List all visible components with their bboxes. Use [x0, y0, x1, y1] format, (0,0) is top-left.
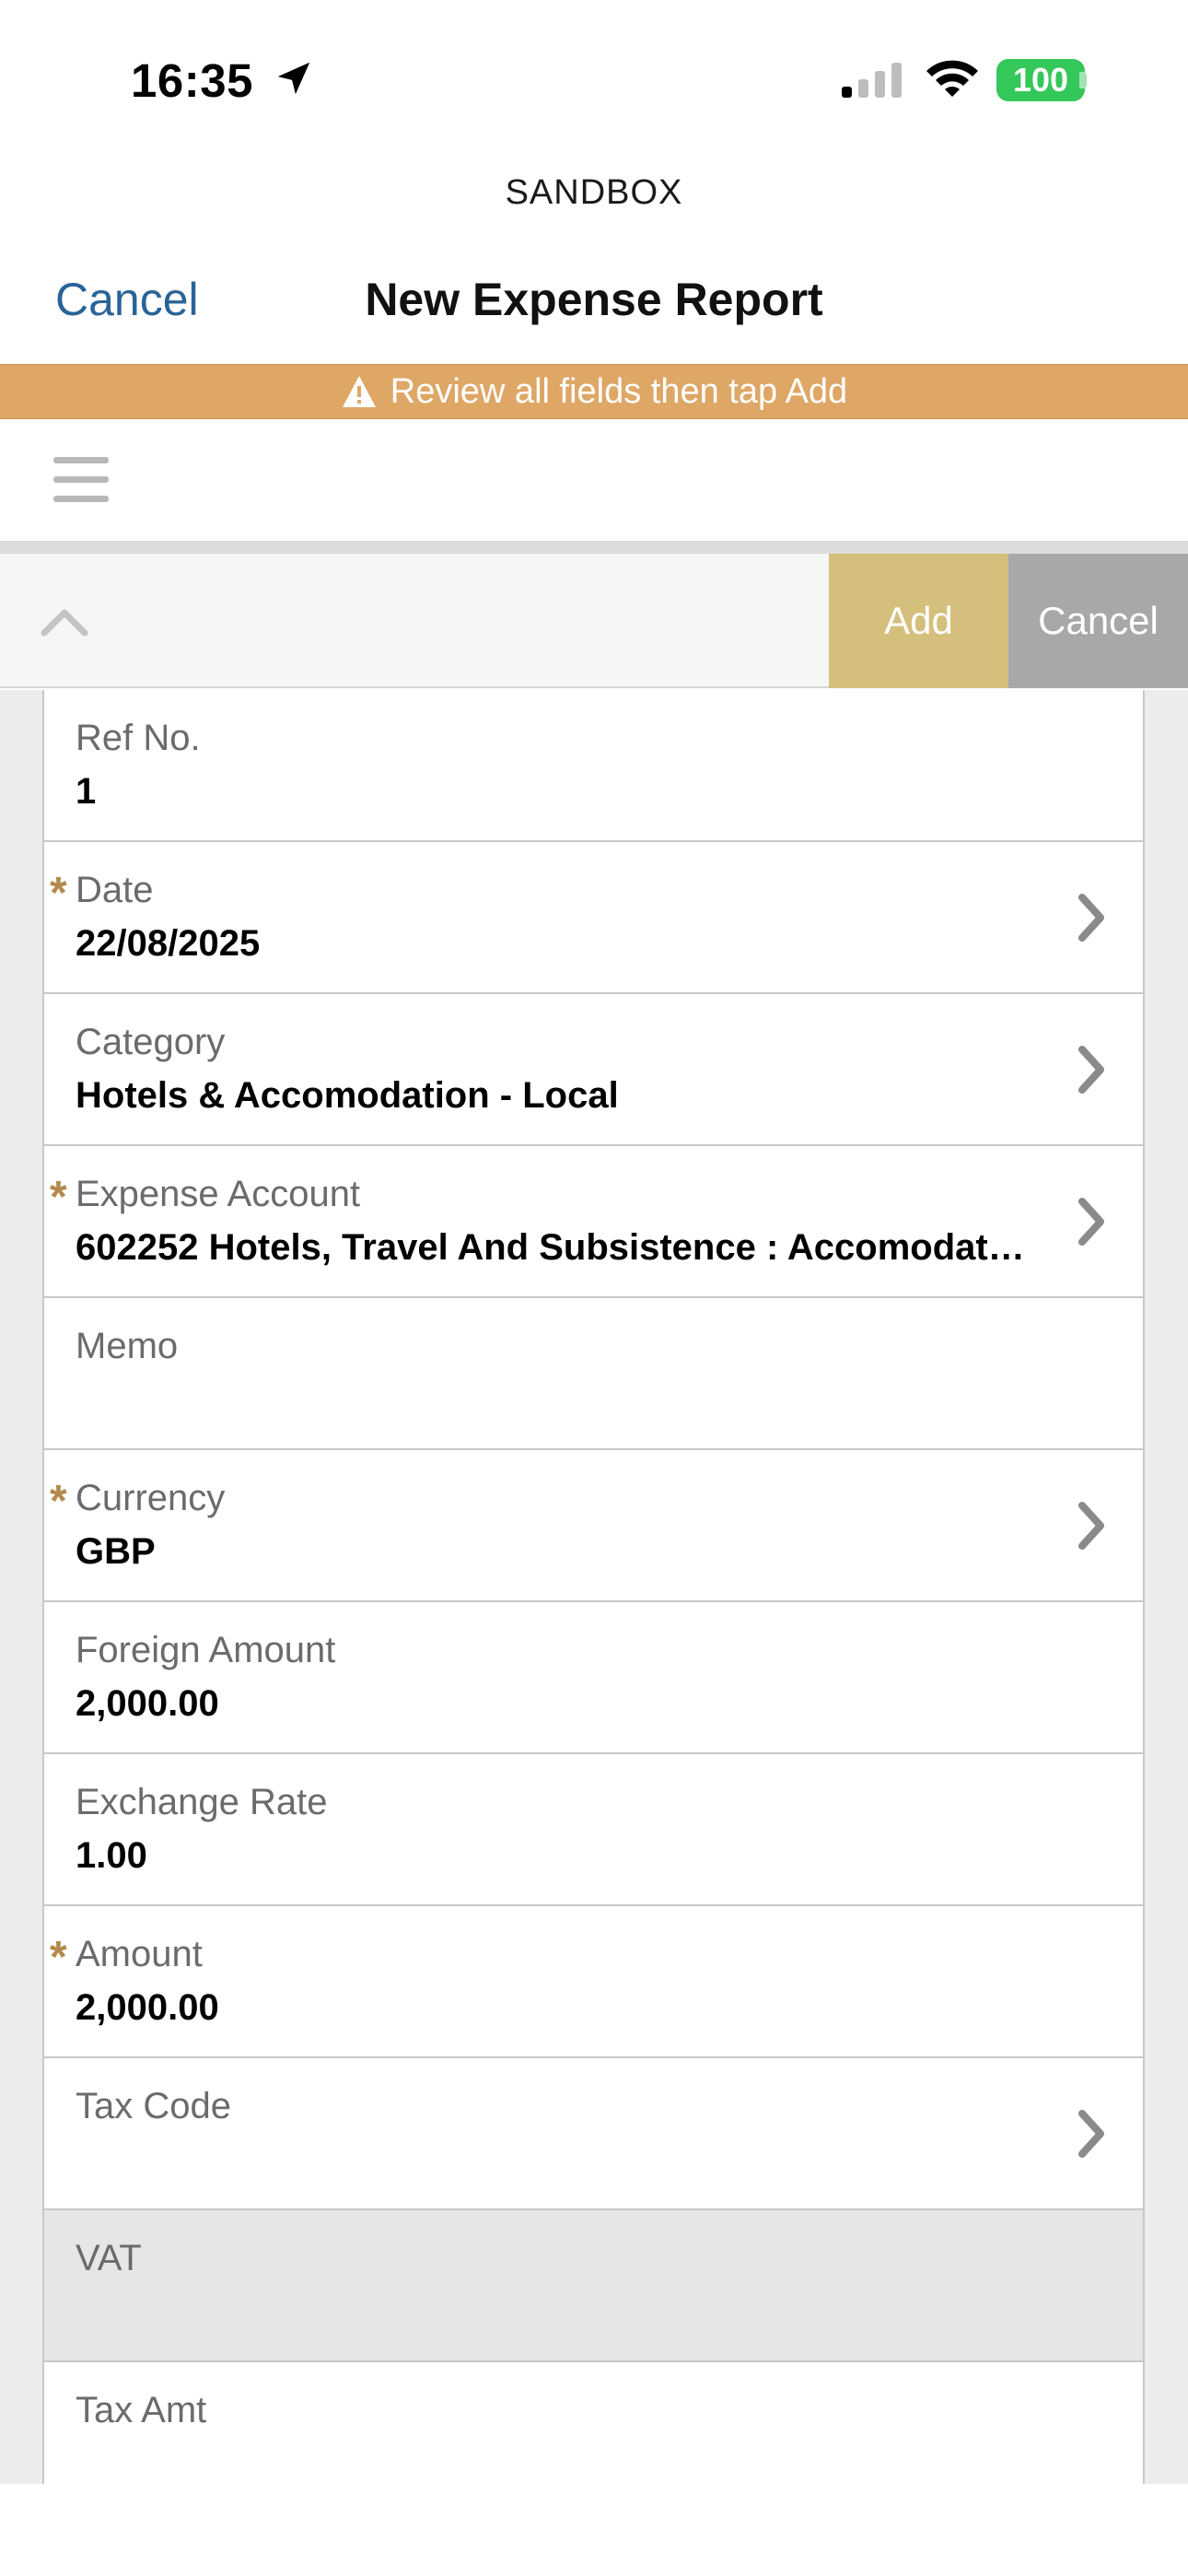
field-label: Currency — [76, 1478, 226, 1518]
warning-icon — [342, 376, 376, 407]
field-label: Ref No. — [76, 718, 201, 758]
field-label: Category — [76, 1022, 226, 1062]
cellular-signal-icon — [842, 63, 902, 98]
expense-form: Ref No. 1 * Date 22/08/2025 Category Hotels & … — [42, 690, 1145, 2484]
nav-cancel-button[interactable]: Cancel — [55, 273, 199, 326]
warning-banner: Review all fields then tap Add — [0, 364, 1188, 419]
chevron-right-icon[interactable] — [1073, 1042, 1110, 1097]
chevron-right-icon[interactable] — [1073, 890, 1110, 945]
battery-nub — [1079, 72, 1087, 88]
required-marker: * — [50, 1477, 67, 1526]
field-label: Tax Amt — [76, 2390, 207, 2430]
divider — [0, 541, 1188, 554]
field-value: 2,000.00 — [76, 1987, 219, 2028]
field-date[interactable]: * Date 22/08/2025 — [44, 842, 1143, 994]
field-label: Expense Account — [76, 1174, 361, 1214]
environment-label: SANDBOX — [505, 173, 683, 212]
status-bar: 16:35 100 — [0, 0, 1188, 157]
field-amount[interactable]: * Amount 2,000.00 — [44, 1906, 1143, 2058]
field-label: Date — [76, 870, 154, 910]
hamburger-menu-icon[interactable] — [53, 457, 109, 503]
field-tax-code[interactable]: Tax Code — [44, 2058, 1143, 2210]
wifi-icon — [926, 60, 978, 97]
field-label: Foreign Amount — [76, 1630, 336, 1670]
required-marker: * — [50, 869, 67, 918]
field-value: GBP — [76, 1531, 156, 1572]
field-label: Amount — [76, 1934, 203, 1974]
field-value: Hotels & Accomodation - Local — [76, 1075, 619, 1116]
location-arrow-icon — [277, 62, 310, 95]
field-currency[interactable]: * Currency GBP — [44, 1450, 1143, 1602]
field-category[interactable]: Category Hotels & Accomodation - Local — [44, 994, 1143, 1146]
field-tax-amt[interactable]: Tax Amt — [44, 2362, 1143, 2484]
field-value: 1.00 — [76, 1835, 147, 1876]
field-value: 1 — [76, 771, 97, 812]
status-time: 16:35 — [131, 54, 253, 107]
field-value: 2,000.00 — [76, 1683, 219, 1724]
field-exchange-rate[interactable]: Exchange Rate 1.00 — [44, 1754, 1143, 1906]
chevron-right-icon[interactable] — [1073, 1194, 1110, 1249]
add-button[interactable]: Add — [829, 554, 1008, 688]
field-label: Memo — [76, 1326, 179, 1366]
required-marker: * — [50, 1173, 67, 1222]
chevron-right-icon[interactable] — [1073, 2106, 1110, 2161]
chevron-up-icon[interactable] — [37, 598, 92, 644]
field-value: 22/08/2025 — [76, 923, 261, 964]
banner-text: Review all fields then tap Add — [390, 371, 848, 411]
field-foreign-amount[interactable]: Foreign Amount 2,000.00 — [44, 1602, 1143, 1754]
field-expense-account[interactable]: * Expense Account 602252 Hotels, Travel An… — [44, 1146, 1143, 1298]
chevron-right-icon[interactable] — [1073, 1498, 1110, 1553]
required-marker: * — [50, 1933, 67, 1982]
field-vat: VAT — [44, 2210, 1143, 2362]
field-ref-no[interactable]: Ref No. 1 — [44, 690, 1143, 842]
cancel-button[interactable]: Cancel — [1008, 554, 1188, 688]
field-label: Exchange Rate — [76, 1782, 328, 1822]
field-label: Tax Code — [76, 2086, 231, 2126]
field-value: 602252 Hotels, Travel And Subsistence : … — [76, 1227, 1025, 1268]
bottom-area — [0, 2484, 1188, 2576]
battery-indicator: 100 — [996, 59, 1085, 101]
menu-bar — [0, 419, 1188, 541]
field-label: VAT — [76, 2238, 142, 2278]
form-toolbar: Add Cancel — [0, 554, 1188, 688]
field-memo[interactable]: Memo — [44, 1298, 1143, 1450]
